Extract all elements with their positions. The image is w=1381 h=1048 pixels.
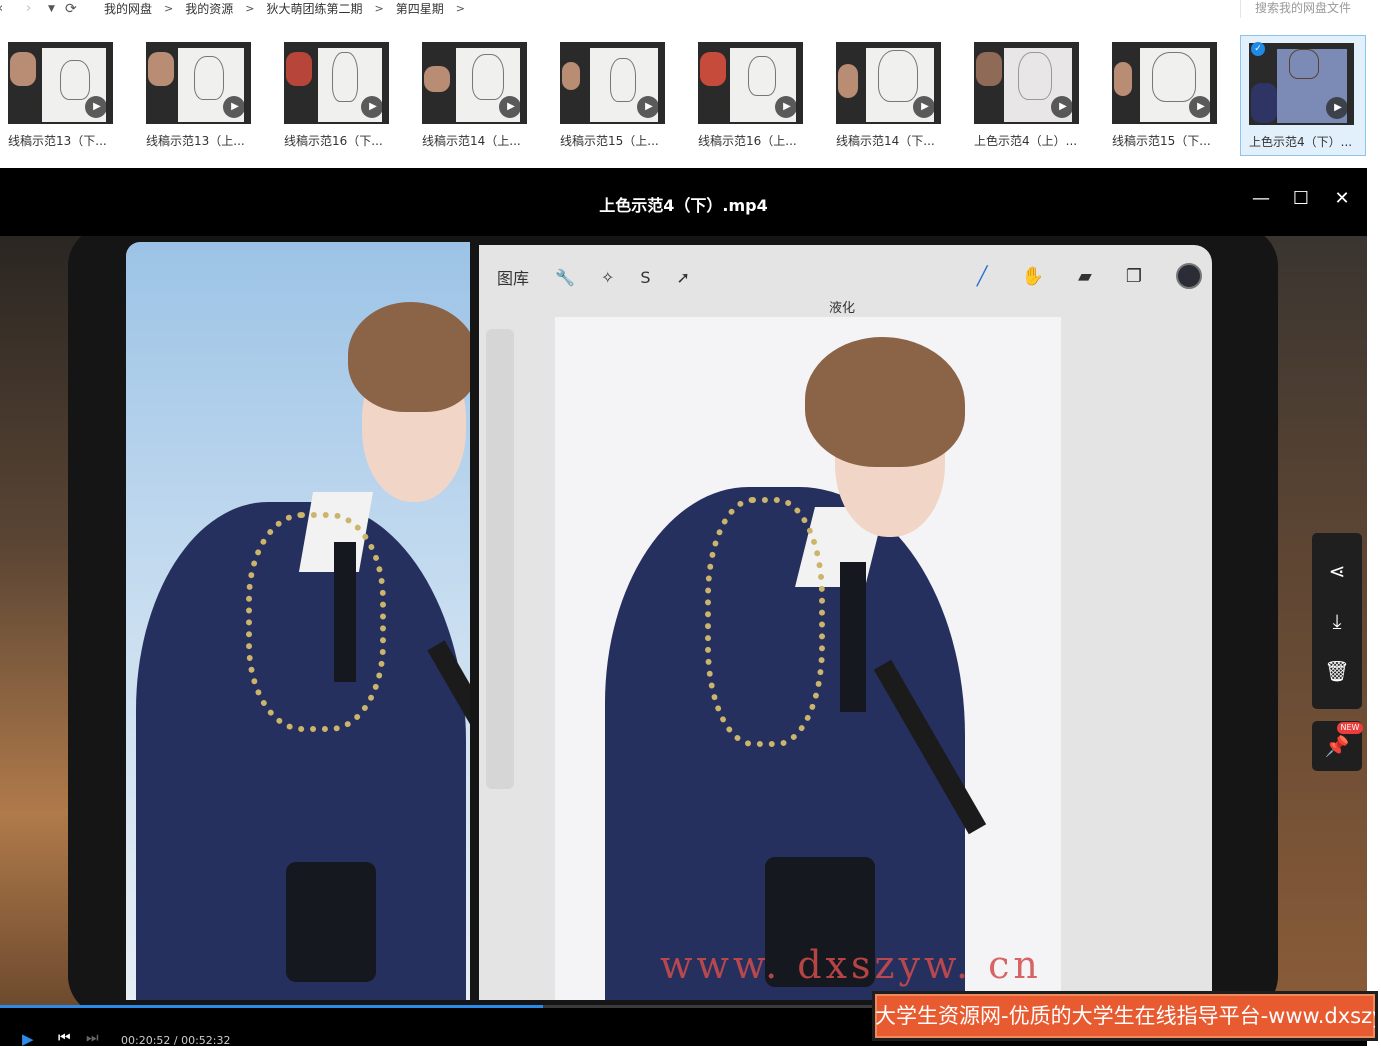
- video-thumbnail[interactable]: ▶ 线稿示范13（下...: [0, 35, 126, 156]
- thumbnail-label: 线稿示范15（下...: [1112, 134, 1211, 148]
- side-action-panel: ⋖ ⤓ 🗑: [1312, 533, 1362, 709]
- eraser-icon[interactable]: ▰: [1078, 266, 1092, 287]
- download-icon[interactable]: ⤓: [1312, 596, 1362, 646]
- check-icon[interactable]: ✓: [1251, 42, 1265, 56]
- promo-banner: 大学生资源网-优质的大学生在线指导平台-www.dxszyw.cn: [872, 991, 1378, 1041]
- thumbnail-label: 线稿示范15（上...: [560, 134, 659, 148]
- gallery-button[interactable]: 图库: [497, 265, 529, 289]
- smudge-icon[interactable]: ✋: [1022, 266, 1044, 287]
- close-button[interactable]: ✕: [1331, 188, 1353, 210]
- breadcrumb-separator: >: [374, 2, 384, 15]
- video-thumbnail[interactable]: ▶ 线稿示范14（上...: [414, 35, 540, 156]
- top-navigation-bar: ‹ › ▼ ⟳ 我的网盘 > 我的资源 > 狄大萌团练第二期 > 第四星期 > …: [0, 0, 1381, 18]
- thumbnail-image: ▶: [1112, 42, 1217, 124]
- video-frame[interactable]: 图库 🔧 ✧ S ➚ ╱ ✋ ▰ ❐ 液化 www. dxszyw. cn: [0, 236, 1367, 1006]
- video-thumbnail[interactable]: ▶ 线稿示范16（下...: [276, 35, 402, 156]
- play-icon: ▶: [913, 96, 935, 118]
- play-icon: ▶: [361, 96, 383, 118]
- brush-size-slider[interactable]: [486, 329, 514, 789]
- breadcrumb-separator: >: [455, 2, 465, 15]
- procreate-toolbar-left: 图库 🔧 ✧ S ➚: [497, 265, 690, 289]
- thumbnail-label: 上色示范4（上）...: [974, 134, 1078, 148]
- delete-icon[interactable]: 🗑: [1312, 646, 1362, 696]
- thumbnail-label: 上色示范4（下）...: [1249, 135, 1353, 149]
- thumbnail-label: 线稿示范14（上...: [422, 134, 521, 148]
- selection-icon[interactable]: S: [640, 268, 650, 287]
- caret-down-icon[interactable]: ▼: [48, 1, 55, 17]
- thumbnail-image: ▶: [974, 42, 1079, 124]
- brush-icon[interactable]: ╱: [977, 266, 988, 287]
- liquify-label: 液化: [829, 301, 856, 316]
- search-input[interactable]: 搜索我的网盘文件: [1240, 0, 1381, 18]
- transform-arrow-icon[interactable]: ➚: [677, 268, 690, 287]
- thumbnail-image: ▶: [422, 42, 527, 124]
- next-button[interactable]: ⏭: [86, 1030, 99, 1046]
- thumbnail-label: 线稿示范13（上...: [146, 134, 245, 148]
- play-icon: ▶: [499, 96, 521, 118]
- new-badge: NEW: [1337, 722, 1363, 734]
- breadcrumb-item[interactable]: 我的网盘: [104, 1, 152, 17]
- video-thumbnail-selected[interactable]: ▶ ✓ 上色示范4（下）...: [1240, 35, 1366, 156]
- share-icon[interactable]: ⋖: [1312, 546, 1362, 596]
- play-icon: ▶: [1189, 96, 1211, 118]
- canvas-sheet: [555, 317, 1061, 1000]
- magic-wand-icon[interactable]: ✧: [601, 268, 614, 287]
- thumbnail-image: ▶: [146, 42, 251, 124]
- drawing-canvas-panel: 图库 🔧 ✧ S ➚ ╱ ✋ ▰ ❐ 液化: [479, 245, 1212, 1000]
- breadcrumb-item[interactable]: 第四星期: [396, 1, 444, 17]
- reference-photo: [126, 242, 470, 1000]
- thumbnail-image: ▶: [284, 42, 389, 124]
- video-thumbnail[interactable]: ▶ 线稿示范16（上...: [690, 35, 816, 156]
- play-icon: ▶: [223, 96, 245, 118]
- video-thumbnail[interactable]: ▶ 上色示范4（上）...: [966, 35, 1092, 156]
- thumbnail-label: 线稿示范16（上...: [698, 134, 797, 148]
- chevron-right-icon[interactable]: ›: [26, 1, 31, 17]
- breadcrumb-item[interactable]: 我的资源: [185, 1, 233, 17]
- video-thumbnail-strip: ▶ 线稿示范13（下... ▶ 线稿示范13（上... ▶ 线稿示范16（下..…: [0, 35, 1381, 157]
- layers-icon[interactable]: ❐: [1126, 266, 1142, 287]
- play-icon: ▶: [637, 96, 659, 118]
- video-thumbnail[interactable]: ▶ 线稿示范13（上...: [138, 35, 264, 156]
- color-picker-icon[interactable]: [1176, 263, 1202, 289]
- thumbnail-label: 线稿示范13（下...: [8, 134, 107, 148]
- time-display: 00:20:52 / 00:52:32: [121, 1034, 231, 1047]
- refresh-icon[interactable]: ⟳: [65, 1, 77, 17]
- play-button[interactable]: ▶: [22, 1030, 34, 1048]
- thumbnail-image: ▶: [1249, 43, 1354, 125]
- procreate-toolbar-right: ╱ ✋ ▰ ❐: [977, 263, 1202, 289]
- maximize-button[interactable]: ☐: [1290, 188, 1312, 210]
- thumbnail-image: ▶: [698, 42, 803, 124]
- breadcrumb-item[interactable]: 狄大萌团练第二期: [266, 1, 362, 17]
- breadcrumb: 我的网盘 > 我的资源 > 狄大萌团练第二期 > 第四星期 >: [104, 1, 477, 17]
- minimize-button[interactable]: —: [1250, 188, 1272, 210]
- video-thumbnail[interactable]: ▶ 线稿示范15（下...: [1104, 35, 1230, 156]
- thumbnail-image: ▶: [8, 42, 113, 124]
- play-icon: ▶: [775, 96, 797, 118]
- thumbnail-label: 线稿示范16（下...: [284, 134, 383, 148]
- previous-button[interactable]: ⏮: [58, 1030, 71, 1046]
- player-title: 上色示范4（下）.mp4: [599, 196, 768, 215]
- video-thumbnail[interactable]: ▶ 线稿示范15（上...: [552, 35, 678, 156]
- wrench-icon[interactable]: 🔧: [555, 268, 575, 287]
- thumbnail-label: 线稿示范14（下...: [836, 134, 935, 148]
- watermark-text: www. dxszyw. cn: [660, 943, 1042, 987]
- play-icon: ▶: [1326, 97, 1348, 119]
- progress-fill: [0, 1005, 543, 1008]
- thumbnail-image: ▶: [836, 42, 941, 124]
- chevron-left-icon[interactable]: ‹: [0, 1, 3, 17]
- breadcrumb-separator: >: [164, 2, 174, 15]
- video-player: 上色示范4（下）.mp4 — ☐ ✕ 图库 🔧 ✧ S ➚ ╱ ✋ ▰ ❐ 液化…: [0, 168, 1367, 1046]
- video-thumbnail[interactable]: ▶ 线稿示范14（下...: [828, 35, 954, 156]
- thumbnail-image: ▶: [560, 42, 665, 124]
- play-icon: ▶: [85, 96, 107, 118]
- play-icon: ▶: [1051, 96, 1073, 118]
- breadcrumb-separator: >: [245, 2, 255, 15]
